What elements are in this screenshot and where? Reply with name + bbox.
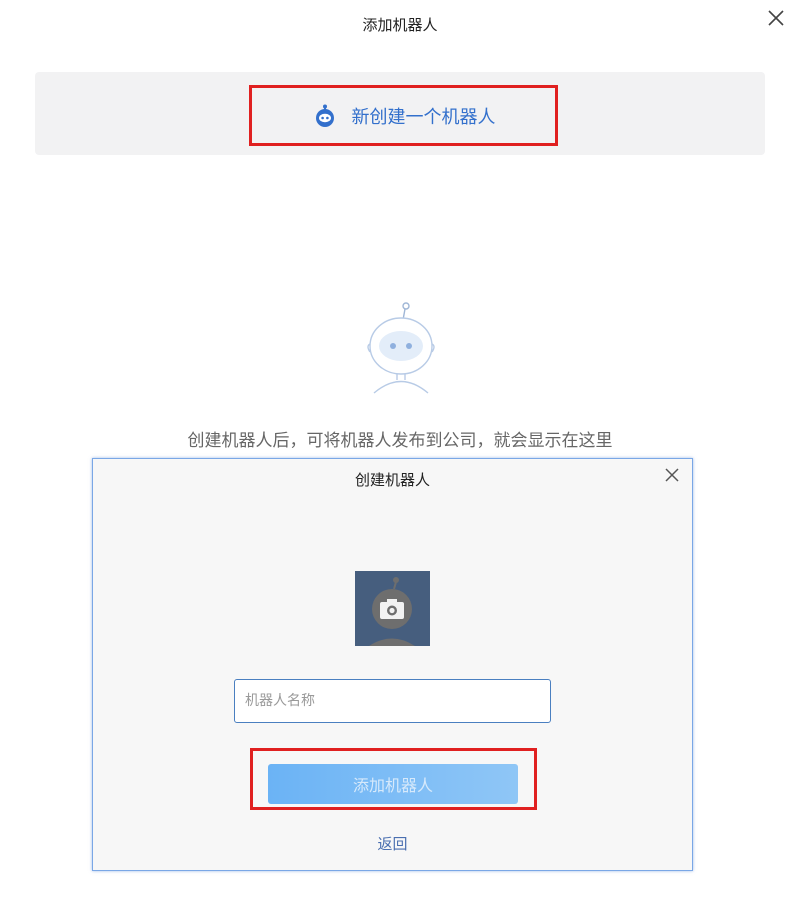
dialog-title: 创建机器人 [354, 471, 430, 489]
robot-name-input[interactable] [234, 679, 551, 723]
close-icon[interactable] [764, 6, 788, 30]
camera-icon [369, 577, 415, 646]
page-title: 添加机器人 [362, 16, 438, 34]
empty-state-hint: 创建机器人后，可将机器人发布到公司，就会显示在这里 [187, 431, 613, 451]
robot-icon [315, 104, 334, 127]
avatar-upload[interactable] [355, 571, 430, 646]
new-robot-button[interactable]: 新创建一个机器人 [249, 85, 558, 146]
robot-illustration [367, 302, 435, 394]
dialog-close-icon[interactable] [662, 465, 682, 485]
add-robot-button[interactable]: 添加机器人 [268, 764, 518, 804]
back-link[interactable]: 返回 [93, 833, 692, 854]
new-robot-label: 新创建一个机器人 [351, 106, 496, 128]
create-robot-dialog: 创建机器人 添加机器人 返回 [92, 458, 693, 871]
